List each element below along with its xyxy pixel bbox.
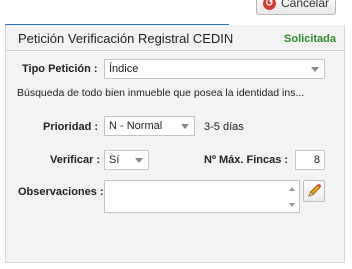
chevron-down-icon (311, 67, 319, 72)
prioridad-select[interactable]: N - Normal (104, 116, 195, 136)
status-badge: Solicitada (284, 33, 336, 45)
verificar-label: Verificar : (50, 154, 101, 166)
verificar-select[interactable]: Sí (104, 150, 149, 170)
prioridad-label: Prioridad : (43, 121, 99, 133)
panel-title: Petición Verificación Registral CEDIN (18, 31, 234, 46)
prioridad-value: N - Normal (109, 120, 163, 132)
observaciones-textarea[interactable] (104, 180, 300, 213)
scroll-down-icon[interactable] (289, 203, 295, 207)
tipo-peticion-description: Búsqueda de todo bien inmueble que posea… (17, 87, 305, 99)
tipo-peticion-select[interactable]: Índice (104, 59, 325, 79)
tipo-peticion-value: Índice (109, 63, 139, 75)
max-fincas-label: Nº Máx. Fincas : (204, 154, 289, 166)
chevron-down-icon (181, 124, 189, 129)
cancel-label: Cancelar (280, 0, 330, 10)
verificar-value: Sí (109, 154, 120, 166)
top-toolbar: ↺ Cancelar (0, 0, 352, 25)
pencil-icon (308, 183, 322, 197)
prioridad-note: 3-5 días (204, 121, 244, 133)
verification-request-panel: Petición Verificación Registral CEDIN So… (5, 25, 345, 263)
cancel-button[interactable]: ↺ Cancelar (256, 0, 336, 15)
max-fincas-input[interactable]: 8 (295, 150, 325, 170)
edit-observaciones-button[interactable] (303, 180, 325, 202)
header-divider (6, 50, 344, 51)
tipo-peticion-label: Tipo Petición : (22, 63, 98, 75)
scroll-up-icon[interactable] (289, 187, 295, 191)
cancel-circle-icon: ↺ (262, 0, 276, 10)
observaciones-label: Observaciones : (18, 186, 104, 198)
chevron-down-icon (135, 158, 143, 163)
